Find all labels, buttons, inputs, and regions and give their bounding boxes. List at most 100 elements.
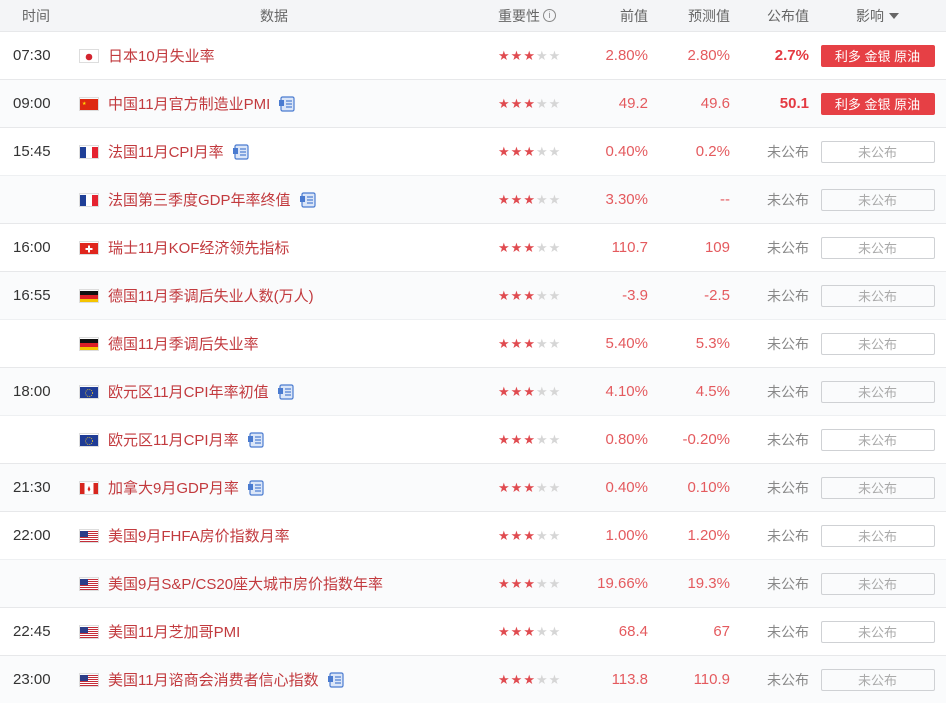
published-value: 未公布 xyxy=(767,623,809,640)
flag-us-icon xyxy=(79,672,99,687)
importance-stars: ★ ★ ★ ★ ★ xyxy=(498,625,578,638)
table-row[interactable]: 21:30 加拿大9月GDP月率 ★ ★ ★ ★ ★ 0.40% 0.10% 未公布 未公布 xyxy=(0,463,946,511)
previous-value: 110.7 xyxy=(611,239,648,256)
star-icon: ★ xyxy=(510,528,523,543)
event-name[interactable]: 美国9月FHFA房价指数月率 xyxy=(108,525,290,546)
star-icon: ★ xyxy=(535,288,548,303)
event-name[interactable]: 德国11月季调后失业率 xyxy=(108,333,259,354)
star-icon: ★ xyxy=(498,432,510,447)
table-row[interactable]: 欧元区11月CPI月率 ★ ★ ★ ★ ★ 0.80% -0.20% 未公布 未公布 xyxy=(0,415,946,463)
event-name-cell[interactable]: 美国11月芝加哥PMI xyxy=(108,621,498,642)
event-name-cell[interactable]: 中国11月官方制造业PMI xyxy=(108,93,498,114)
event-name[interactable]: 美国11月谘商会消费者信心指数 xyxy=(108,669,319,690)
event-name[interactable]: 日本10月失业率 xyxy=(108,45,215,66)
previous-value: 0.40% xyxy=(605,143,648,160)
event-name[interactable]: 欧元区11月CPI月率 xyxy=(108,429,239,450)
forecast-value: 4.5% xyxy=(695,383,730,400)
event-name[interactable]: 法国11月CPI月率 xyxy=(108,141,224,162)
star-icon: ★ xyxy=(523,624,535,639)
forecast-value: 2.80% xyxy=(687,47,730,64)
table-row[interactable]: 16:00 瑞士11月KOF经济领先指标 ★ ★ ★ ★ ★ 110.7 109 未公布 未公布 xyxy=(0,223,946,271)
document-icon[interactable] xyxy=(232,143,250,160)
forecast-value: 0.2% xyxy=(695,143,730,160)
header-impact[interactable]: 影响 xyxy=(809,6,946,26)
star-icon: ★ xyxy=(535,48,548,63)
header-previous: 前值 xyxy=(620,7,648,24)
forecast-value: -- xyxy=(720,191,730,208)
impact-badge: 未公布 xyxy=(820,428,935,451)
table-row[interactable]: 22:00 美国9月FHFA房价指数月率 ★ ★ ★ ★ ★ 1.00% 1.20% 未公布 未公布 xyxy=(0,511,946,559)
previous-value: 4.10% xyxy=(605,383,648,400)
document-icon[interactable] xyxy=(247,479,265,496)
event-name-cell[interactable]: 法国第三季度GDP年率终值 xyxy=(108,189,498,210)
event-name-cell[interactable]: 瑞士11月KOF经济领先指标 xyxy=(108,237,498,258)
published-value: 未公布 xyxy=(767,287,809,304)
star-icon: ★ xyxy=(510,336,523,351)
impact-badge: 未公布 xyxy=(820,236,935,259)
table-row[interactable]: 美国9月S&P/CS20座大城市房价指数年率 ★ ★ ★ ★ ★ 19.66% 19.3% 未公… xyxy=(0,559,946,607)
document-icon[interactable] xyxy=(278,95,296,112)
document-icon[interactable] xyxy=(247,431,265,448)
document-icon[interactable] xyxy=(327,671,345,688)
event-name-cell[interactable]: 欧元区11月CPI月率 xyxy=(108,429,498,450)
event-name-cell[interactable]: 德国11月季调后失业人数(万人) xyxy=(108,285,498,306)
published-value: 2.7% xyxy=(774,47,809,64)
event-time: 09:00 xyxy=(13,95,51,112)
forecast-value: -0.20% xyxy=(682,431,730,448)
impact-badge: 利多 金银 原油 xyxy=(820,92,935,115)
event-name[interactable]: 瑞士11月KOF经济领先指标 xyxy=(108,237,289,258)
previous-value: 2.80% xyxy=(605,47,648,64)
impact-badge: 未公布 xyxy=(820,380,935,403)
published-value: 未公布 xyxy=(767,671,809,688)
event-name-cell[interactable]: 日本10月失业率 xyxy=(108,45,498,66)
event-name-cell[interactable]: 欧元区11月CPI年率初值 xyxy=(108,381,498,402)
forecast-value: 110.9 xyxy=(693,671,730,688)
event-name[interactable]: 美国9月S&P/CS20座大城市房价指数年率 xyxy=(108,573,383,594)
table-row[interactable]: 09:00 ★ 中国11月官方制造业PMI ★ ★ ★ ★ ★ 49.2 49.6 50.1 利多 金… xyxy=(0,79,946,127)
event-name[interactable]: 中国11月官方制造业PMI xyxy=(108,93,270,114)
table-row[interactable]: 23:00 美国11月谘商会消费者信心指数 ★ ★ ★ ★ ★ 113.8 110.9 未公布 未公… xyxy=(0,655,946,703)
document-icon[interactable] xyxy=(299,191,317,208)
table-header: 时间 数据 重要性 i 前值 预测值 公布值 影响 xyxy=(0,0,946,31)
document-icon[interactable] xyxy=(277,383,295,400)
table-row[interactable]: 22:45 美国11月芝加哥PMI ★ ★ ★ ★ ★ 68.4 67 未公布 未公布 xyxy=(0,607,946,655)
flag-fr-icon xyxy=(79,144,99,159)
event-name[interactable]: 德国11月季调后失业人数(万人) xyxy=(108,285,314,306)
event-name-cell[interactable]: 法国11月CPI月率 xyxy=(108,141,498,162)
table-row[interactable]: 18:00 欧元区11月CPI年率初值 ★ ★ ★ ★ ★ 4.10% 4.5% 未公布 未公布 xyxy=(0,367,946,415)
event-name-cell[interactable]: 美国11月谘商会消费者信心指数 xyxy=(108,669,498,690)
forecast-value: 109 xyxy=(704,239,730,256)
impact-badge: 未公布 xyxy=(820,668,935,691)
table-row[interactable]: 16:55 德国11月季调后失业人数(万人) ★ ★ ★ ★ ★ -3.9 -2.5 未公布 未公布 xyxy=(0,271,946,319)
importance-stars: ★ ★ ★ ★ ★ xyxy=(498,193,578,206)
previous-value: 3.30% xyxy=(605,191,648,208)
event-name[interactable]: 美国11月芝加哥PMI xyxy=(108,621,240,642)
info-icon[interactable]: i xyxy=(543,9,556,22)
impact-badge: 未公布 xyxy=(820,476,935,499)
table-row[interactable]: 07:30 日本10月失业率 ★ ★ ★ ★ ★ 2.80% 2.80% 2.7% 利多 金银 原油 xyxy=(0,31,946,79)
star-icon: ★ xyxy=(535,192,548,207)
star-icon: ★ xyxy=(535,144,548,159)
star-icon: ★ xyxy=(510,192,523,207)
event-name-cell[interactable]: 美国9月S&P/CS20座大城市房价指数年率 xyxy=(108,573,498,594)
chevron-down-icon[interactable] xyxy=(889,12,899,19)
event-name-cell[interactable]: 德国11月季调后失业率 xyxy=(108,333,498,354)
event-time: 21:30 xyxy=(13,479,51,496)
event-name-cell[interactable]: 加拿大9月GDP月率 xyxy=(108,477,498,498)
star-icon: ★ xyxy=(548,48,561,63)
header-published: 公布值 xyxy=(767,7,809,24)
forecast-value: 1.20% xyxy=(687,527,730,544)
header-impact-label: 影响 xyxy=(856,7,884,24)
event-name[interactable]: 欧元区11月CPI年率初值 xyxy=(108,381,269,402)
flag-eu-icon xyxy=(79,432,99,447)
previous-value: 19.66% xyxy=(597,575,648,592)
header-importance-label: 重要性 xyxy=(498,7,540,24)
table-row[interactable]: 法国第三季度GDP年率终值 ★ ★ ★ ★ ★ 3.30% -- 未公布 未公布 xyxy=(0,175,946,223)
event-name[interactable]: 法国第三季度GDP年率终值 xyxy=(108,189,291,210)
event-name[interactable]: 加拿大9月GDP月率 xyxy=(108,477,239,498)
star-icon: ★ xyxy=(510,96,523,111)
table-row[interactable]: 15:45 法国11月CPI月率 ★ ★ ★ ★ ★ 0.40% 0.2% 未公布 未公布 xyxy=(0,127,946,175)
event-name-cell[interactable]: 美国9月FHFA房价指数月率 xyxy=(108,525,498,546)
star-icon: ★ xyxy=(498,96,510,111)
table-row[interactable]: 德国11月季调后失业率 ★ ★ ★ ★ ★ 5.40% 5.3% 未公布 未公布 xyxy=(0,319,946,367)
